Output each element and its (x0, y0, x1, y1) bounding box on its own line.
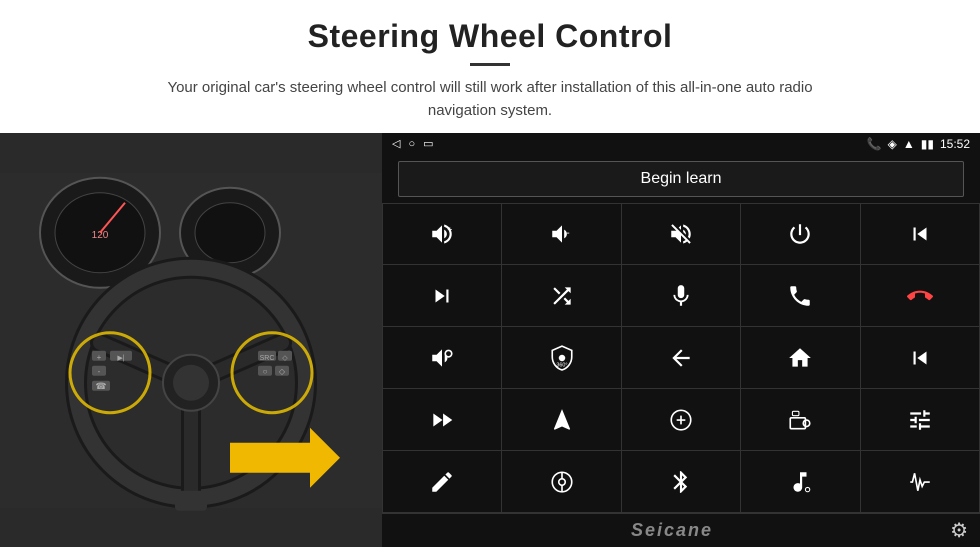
svg-text:☎: ☎ (95, 380, 106, 390)
bluetooth-button[interactable] (622, 451, 740, 512)
skip-next-button[interactable] (383, 265, 501, 326)
statusbar-right: 📞 ◈ ▲ ▮▮ 15:52 (867, 137, 970, 151)
svg-text:360°: 360° (556, 362, 567, 368)
page-container: Steering Wheel Control Your original car… (0, 0, 980, 547)
phone-status-icon: 📞 (867, 137, 882, 151)
nav-recent-icon[interactable]: ▭ (423, 137, 433, 150)
svg-text:SRC: SRC (260, 354, 275, 361)
back-button[interactable] (622, 327, 740, 388)
hang-up-button[interactable] (861, 265, 979, 326)
statusbar-nav: ◁ ○ ▭ (392, 137, 434, 150)
power-button[interactable] (741, 204, 859, 265)
signal-icon: ▮▮ (921, 137, 934, 151)
svg-text:◇: ◇ (279, 366, 286, 375)
skip-prev2-button[interactable] (861, 327, 979, 388)
shuffle-button[interactable] (502, 265, 620, 326)
icon-grid: + - (382, 203, 980, 514)
steering-assist-button[interactable] (502, 451, 620, 512)
location-icon: ◈ (888, 137, 897, 151)
svg-text:+: + (448, 224, 453, 234)
fast-forward-button[interactable] (383, 389, 501, 450)
vol-up-button[interactable]: + (383, 204, 501, 265)
android-panel: ◁ ○ ▭ 📞 ◈ ▲ ▮▮ 15:52 Begin learn (382, 133, 980, 547)
svg-text:◇: ◇ (282, 354, 288, 361)
time-display: 15:52 (940, 137, 970, 151)
begin-learn-button[interactable]: Begin learn (398, 161, 964, 197)
svg-text:▶|: ▶| (117, 354, 124, 361)
svg-text:-: - (566, 228, 569, 239)
waveform-button[interactable] (861, 451, 979, 512)
phone-button[interactable] (741, 265, 859, 326)
radio-button[interactable] (741, 389, 859, 450)
settings-sliders-button[interactable] (861, 389, 979, 450)
wifi-icon: ▲ (903, 137, 915, 151)
music-settings-button[interactable] (741, 451, 859, 512)
nav-home-icon[interactable]: ○ (408, 138, 415, 150)
horn-button[interactable] (383, 327, 501, 388)
navigation-button[interactable] (502, 389, 620, 450)
svg-text:-: - (98, 366, 101, 375)
title-divider (470, 63, 510, 66)
header-section: Steering Wheel Control Your original car… (0, 0, 980, 133)
bottom-bar: Seicane ⚙ (382, 513, 980, 547)
content-row: 120 (0, 133, 980, 547)
svg-text:○: ○ (263, 366, 268, 375)
svg-text:+: + (97, 352, 102, 361)
steering-wheel-svg: 120 (0, 133, 382, 547)
page-title: Steering Wheel Control (40, 18, 940, 55)
steering-wheel-image: 120 (0, 133, 382, 547)
nav-back-icon[interactable]: ◁ (392, 137, 400, 150)
home-button[interactable] (741, 327, 859, 388)
camera360-button[interactable]: 360° (502, 327, 620, 388)
phone-prev-button[interactable] (861, 204, 979, 265)
mic-button[interactable] (622, 265, 740, 326)
edit-button[interactable] (383, 451, 501, 512)
subtitle-text: Your original car's steering wheel contr… (140, 76, 840, 123)
equalizer-button[interactable] (622, 389, 740, 450)
settings-gear-icon[interactable]: ⚙ (950, 518, 968, 543)
vol-mute-button[interactable] (622, 204, 740, 265)
android-statusbar: ◁ ○ ▭ 📞 ◈ ▲ ▮▮ 15:52 (382, 133, 980, 155)
vol-down-button[interactable]: - (502, 204, 620, 265)
begin-learn-row: Begin learn (382, 155, 980, 203)
brand-label: Seicane (394, 520, 950, 541)
